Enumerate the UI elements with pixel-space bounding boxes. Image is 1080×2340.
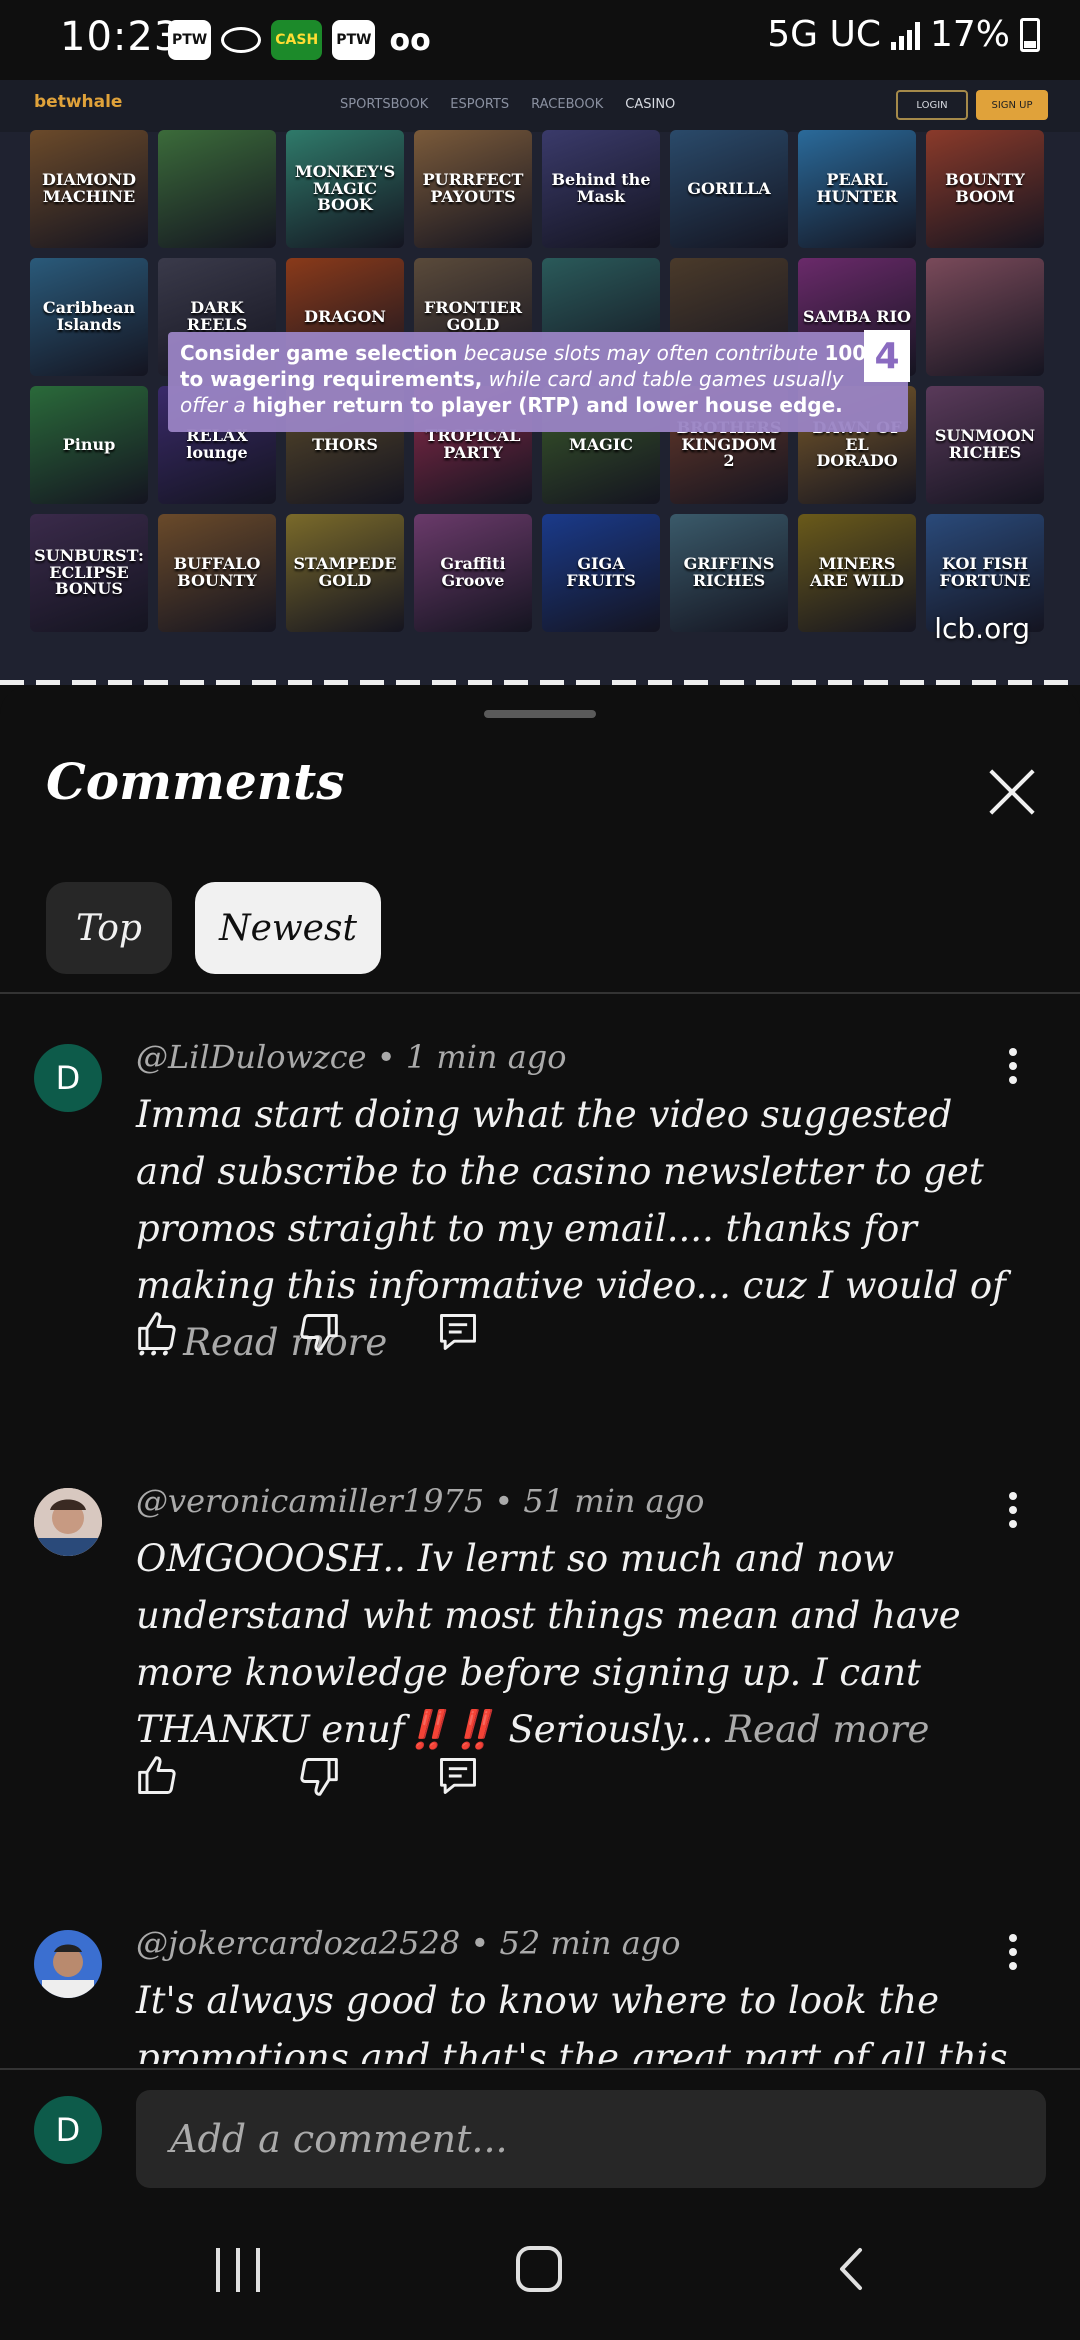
site-login-button: LOGIN bbox=[896, 90, 968, 120]
like-icon[interactable] bbox=[136, 1754, 180, 1798]
reply-icon[interactable] bbox=[436, 1310, 480, 1354]
avatar[interactable] bbox=[34, 1488, 102, 1556]
site-link: RACEBOOK bbox=[531, 97, 604, 112]
comment-meta: @jokercardoza2528 • 52 min ago bbox=[136, 1924, 681, 1962]
comment-author[interactable]: @jokercardoza2528 bbox=[136, 1924, 460, 1962]
comment-time: 1 min ago bbox=[405, 1038, 567, 1076]
read-more-link[interactable]: Read more bbox=[725, 1708, 929, 1751]
comment-text[interactable]: Imma start doing what the video suggeste… bbox=[136, 1086, 1016, 1371]
site-links: SPORTSBOOK ESPORTS RACEBOOK CASINO bbox=[340, 97, 675, 112]
system-navigation-bar bbox=[0, 2190, 1080, 2340]
add-comment-bar: D Add a comment... bbox=[0, 2068, 1080, 2188]
comments-title: Comments bbox=[46, 752, 345, 811]
comment-time: 52 min ago bbox=[499, 1924, 681, 1962]
home-icon[interactable] bbox=[516, 2246, 562, 2292]
reply-icon[interactable] bbox=[436, 1754, 480, 1798]
site-link: CASINO bbox=[625, 97, 676, 112]
site-link: SPORTSBOOK bbox=[340, 97, 429, 112]
video-progress-bar[interactable] bbox=[0, 680, 1080, 685]
game-tile: GORILLA bbox=[670, 130, 788, 248]
more-options-icon[interactable] bbox=[998, 1934, 1028, 1974]
comment-item: @jokercardoza2528 • 52 min ago It's alwa… bbox=[0, 1924, 1080, 2064]
win-real-cash-icon: CASH bbox=[271, 20, 323, 60]
game-tile: BUFFALO BOUNTY bbox=[158, 514, 276, 632]
game-tile: SUNMOON RICHES bbox=[926, 386, 1044, 504]
system-status: 5G UC 17% bbox=[767, 14, 1040, 55]
video-site-nav: betwhale SPORTSBOOK ESPORTS RACEBOOK CAS… bbox=[0, 80, 1080, 132]
signal-icon bbox=[890, 20, 920, 50]
comment-author[interactable]: @veronicamiller1975 bbox=[136, 1482, 484, 1520]
status-bar: 10:23 PTW CASH PTW oo 5G UC 17% bbox=[0, 0, 1080, 80]
site-signup-button: SIGN UP bbox=[976, 90, 1048, 120]
more-options-icon[interactable] bbox=[998, 1048, 1028, 1088]
tip-overlay: Consider game selection because slots ma… bbox=[168, 332, 908, 432]
filter-chip-newest[interactable]: Newest bbox=[195, 882, 381, 974]
notification-icons: PTW CASH PTW oo bbox=[168, 20, 435, 60]
ring-icon bbox=[221, 27, 262, 53]
game-tile: MONKEY'S MAGIC BOOK bbox=[286, 130, 404, 248]
avatar[interactable] bbox=[34, 1930, 102, 1998]
read-more-link[interactable]: Read more bbox=[183, 1321, 387, 1364]
avatar[interactable]: D bbox=[34, 1044, 102, 1112]
double-exclamation-emoji: ‼️‼️ bbox=[404, 1707, 497, 1751]
comment-author[interactable]: @LilDulowzce bbox=[136, 1038, 367, 1076]
game-tile: PEARL HUNTER bbox=[798, 130, 916, 248]
comment-meta: @LilDulowzce • 1 min ago bbox=[136, 1038, 567, 1076]
comment-text[interactable]: OMGOOOSH.. Iv lernt so much and now unde… bbox=[136, 1530, 1016, 1758]
game-tile: SUNBURST: ECLIPSE BONUS bbox=[30, 514, 148, 632]
game-tile: Caribbean Islands bbox=[30, 258, 148, 376]
voicemail-icon: oo bbox=[389, 22, 431, 58]
game-tile bbox=[926, 258, 1044, 376]
add-comment-input[interactable]: Add a comment... bbox=[136, 2090, 1046, 2188]
game-tile: DIAMOND MACHINE bbox=[30, 130, 148, 248]
like-icon[interactable] bbox=[136, 1310, 180, 1354]
game-tile: Behind the Mask bbox=[542, 130, 660, 248]
close-icon[interactable] bbox=[984, 766, 1040, 822]
game-tile: PURRFECT PAYOUTS bbox=[414, 130, 532, 248]
ptw-icon: PTW bbox=[168, 20, 212, 60]
game-tile bbox=[158, 130, 276, 248]
tip-number: 4 bbox=[864, 330, 910, 382]
avatar: D bbox=[34, 2096, 102, 2164]
video-player[interactable]: betwhale SPORTSBOOK ESPORTS RACEBOOK CAS… bbox=[0, 80, 1080, 685]
battery-icon bbox=[1020, 17, 1040, 52]
comment-meta: @veronicamiller1975 • 51 min ago bbox=[136, 1482, 705, 1520]
recent-apps-icon[interactable] bbox=[216, 2248, 260, 2292]
game-tile: STAMPEDE GOLD bbox=[286, 514, 404, 632]
battery-percent: 17% bbox=[929, 14, 1010, 55]
watermark: lcb.org bbox=[934, 612, 1030, 645]
back-icon[interactable] bbox=[830, 2246, 876, 2292]
game-tile: MINERS ARE WILD bbox=[798, 514, 916, 632]
ptw-icon: PTW bbox=[332, 20, 376, 60]
dislike-icon[interactable] bbox=[296, 1754, 340, 1798]
game-tile: GIGA FRUITS bbox=[542, 514, 660, 632]
divider bbox=[0, 992, 1080, 994]
site-logo: betwhale bbox=[34, 92, 123, 112]
game-tile: BOUNTY BOOM bbox=[926, 130, 1044, 248]
dislike-icon[interactable] bbox=[296, 1310, 340, 1354]
filter-chip-top[interactable]: Top bbox=[46, 882, 172, 974]
game-tile: GRIFFINS RICHES bbox=[670, 514, 788, 632]
comment-time: 51 min ago bbox=[523, 1482, 705, 1520]
drag-handle[interactable] bbox=[484, 710, 596, 718]
comment-text[interactable]: It's always good to know where to look t… bbox=[136, 1972, 1016, 2064]
site-link: ESPORTS bbox=[450, 97, 510, 112]
clock: 10:23 bbox=[60, 14, 181, 60]
game-tile: Pinup bbox=[30, 386, 148, 504]
more-options-icon[interactable] bbox=[998, 1492, 1028, 1532]
game-tile: Graffiti Groove bbox=[414, 514, 532, 632]
network-type: 5G UC bbox=[767, 14, 881, 55]
